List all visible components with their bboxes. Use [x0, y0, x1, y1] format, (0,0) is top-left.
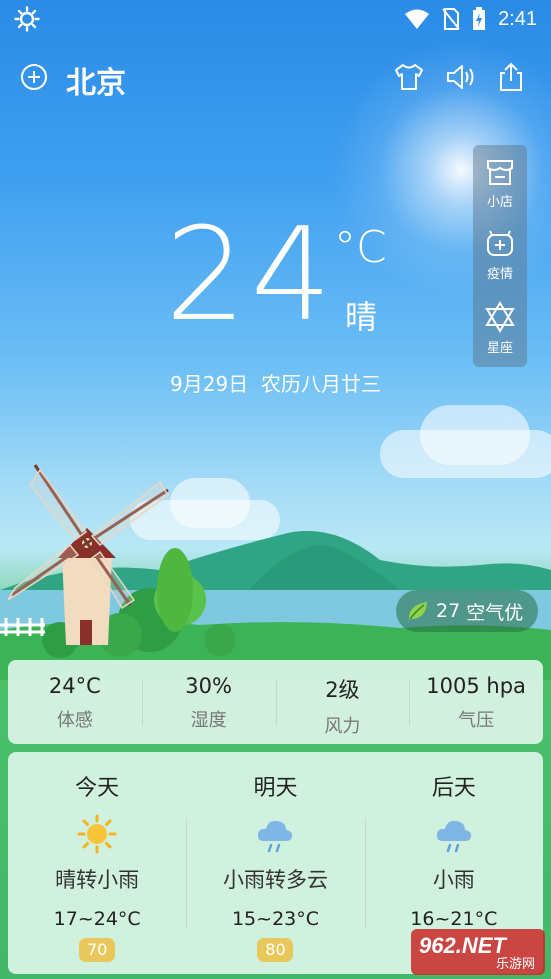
stat-feels-like: 24°C 体感	[8, 660, 142, 744]
stat-value: 30%	[185, 674, 232, 698]
stats-card: 24°C 体感 30% 湿度 2级 风力 1005 hpa 气压	[8, 660, 543, 744]
stat-name: 体感	[56, 710, 93, 731]
solar-date: 9月29日	[170, 372, 249, 396]
forecast-aqi: 80	[257, 938, 294, 962]
side-item-epidemic[interactable]: 疫情	[473, 221, 527, 291]
temperature-unit: °C	[334, 222, 387, 273]
current-temperature: 24	[165, 201, 336, 350]
status-bar: 2:41	[0, 0, 551, 38]
star-of-david-icon	[485, 301, 515, 333]
battery-charging-icon	[473, 7, 486, 30]
air-quality-badge[interactable]: 27 空气优	[396, 590, 538, 632]
current-condition: 晴	[345, 298, 378, 336]
stat-name: 气压	[458, 710, 495, 731]
forecast-desc: 晴转小雨	[55, 868, 140, 892]
speaker-icon[interactable]	[443, 60, 477, 94]
watermark-subtext: 乐游网	[495, 956, 535, 971]
forecast-day-tomorrow[interactable]: 明天 小雨转多云 15~23°C 80	[186, 752, 364, 974]
side-item-label: 疫情	[486, 267, 513, 282]
rain-cloud-icon	[436, 820, 471, 853]
side-item-label: 小店	[486, 195, 513, 210]
rain-cloud-icon	[258, 820, 293, 853]
medical-icon	[487, 230, 513, 256]
landscape-illustration	[0, 464, 551, 680]
stat-name: 湿度	[190, 710, 227, 731]
brightness-icon	[14, 6, 40, 32]
leaf-icon	[408, 602, 427, 620]
aqi-value: 27	[436, 600, 461, 622]
site-watermark-logo: 962.NET 乐游网	[411, 929, 545, 975]
stat-value: 1005 hpa	[426, 674, 526, 698]
date-line: 9月29日 农历八月廿三	[0, 368, 551, 397]
forecast-desc: 小雨转多云	[222, 868, 328, 892]
aqi-label: 空气优	[466, 601, 524, 624]
no-sim-icon	[442, 8, 460, 30]
share-icon[interactable]	[494, 60, 528, 94]
forecast-aqi: 70	[79, 938, 116, 962]
stat-name: 风力	[324, 716, 361, 737]
shop-icon	[487, 160, 513, 185]
forecast-range: 16~21°C	[410, 908, 498, 930]
tshirt-icon[interactable]	[392, 60, 426, 94]
stat-wind: 2级 风力	[275, 660, 410, 744]
forecast-day-name: 今天	[75, 776, 120, 801]
lunar-date: 农历八月廿三	[260, 372, 381, 396]
side-panel: 小店 疫情 星座	[473, 145, 527, 367]
wifi-icon	[405, 9, 430, 29]
forecast-desc: 小雨	[432, 868, 475, 892]
forecast-day-name: 明天	[253, 776, 298, 801]
stat-humidity: 30% 湿度	[141, 660, 276, 744]
forecast-day-name: 后天	[431, 776, 476, 801]
sun-icon	[77, 814, 117, 854]
side-item-shop[interactable]: 小店	[473, 149, 527, 219]
stat-value: 24°C	[48, 674, 101, 698]
side-item-horoscope[interactable]: 星座	[473, 293, 527, 363]
forecast-range: 15~23°C	[231, 908, 320, 930]
stat-value: 2级	[325, 678, 360, 702]
forecast-range: 17~24°C	[53, 908, 141, 930]
city-name[interactable]: 北京	[66, 58, 126, 102]
clock: 2:41	[498, 7, 537, 30]
watermark-text: 962.NET	[419, 933, 506, 958]
stat-pressure: 1005 hpa 气压	[409, 660, 543, 744]
weather-screen: 2:41 北京 小店 疫情 星座 24 °C 晴 9月29日 农历八月廿三 27…	[0, 0, 551, 979]
header: 北京	[0, 52, 551, 102]
forecast-day-today[interactable]: 今天 晴转小雨 17~24°C 70	[8, 752, 186, 974]
side-item-label: 星座	[486, 341, 513, 356]
add-city-icon[interactable]	[20, 63, 48, 91]
